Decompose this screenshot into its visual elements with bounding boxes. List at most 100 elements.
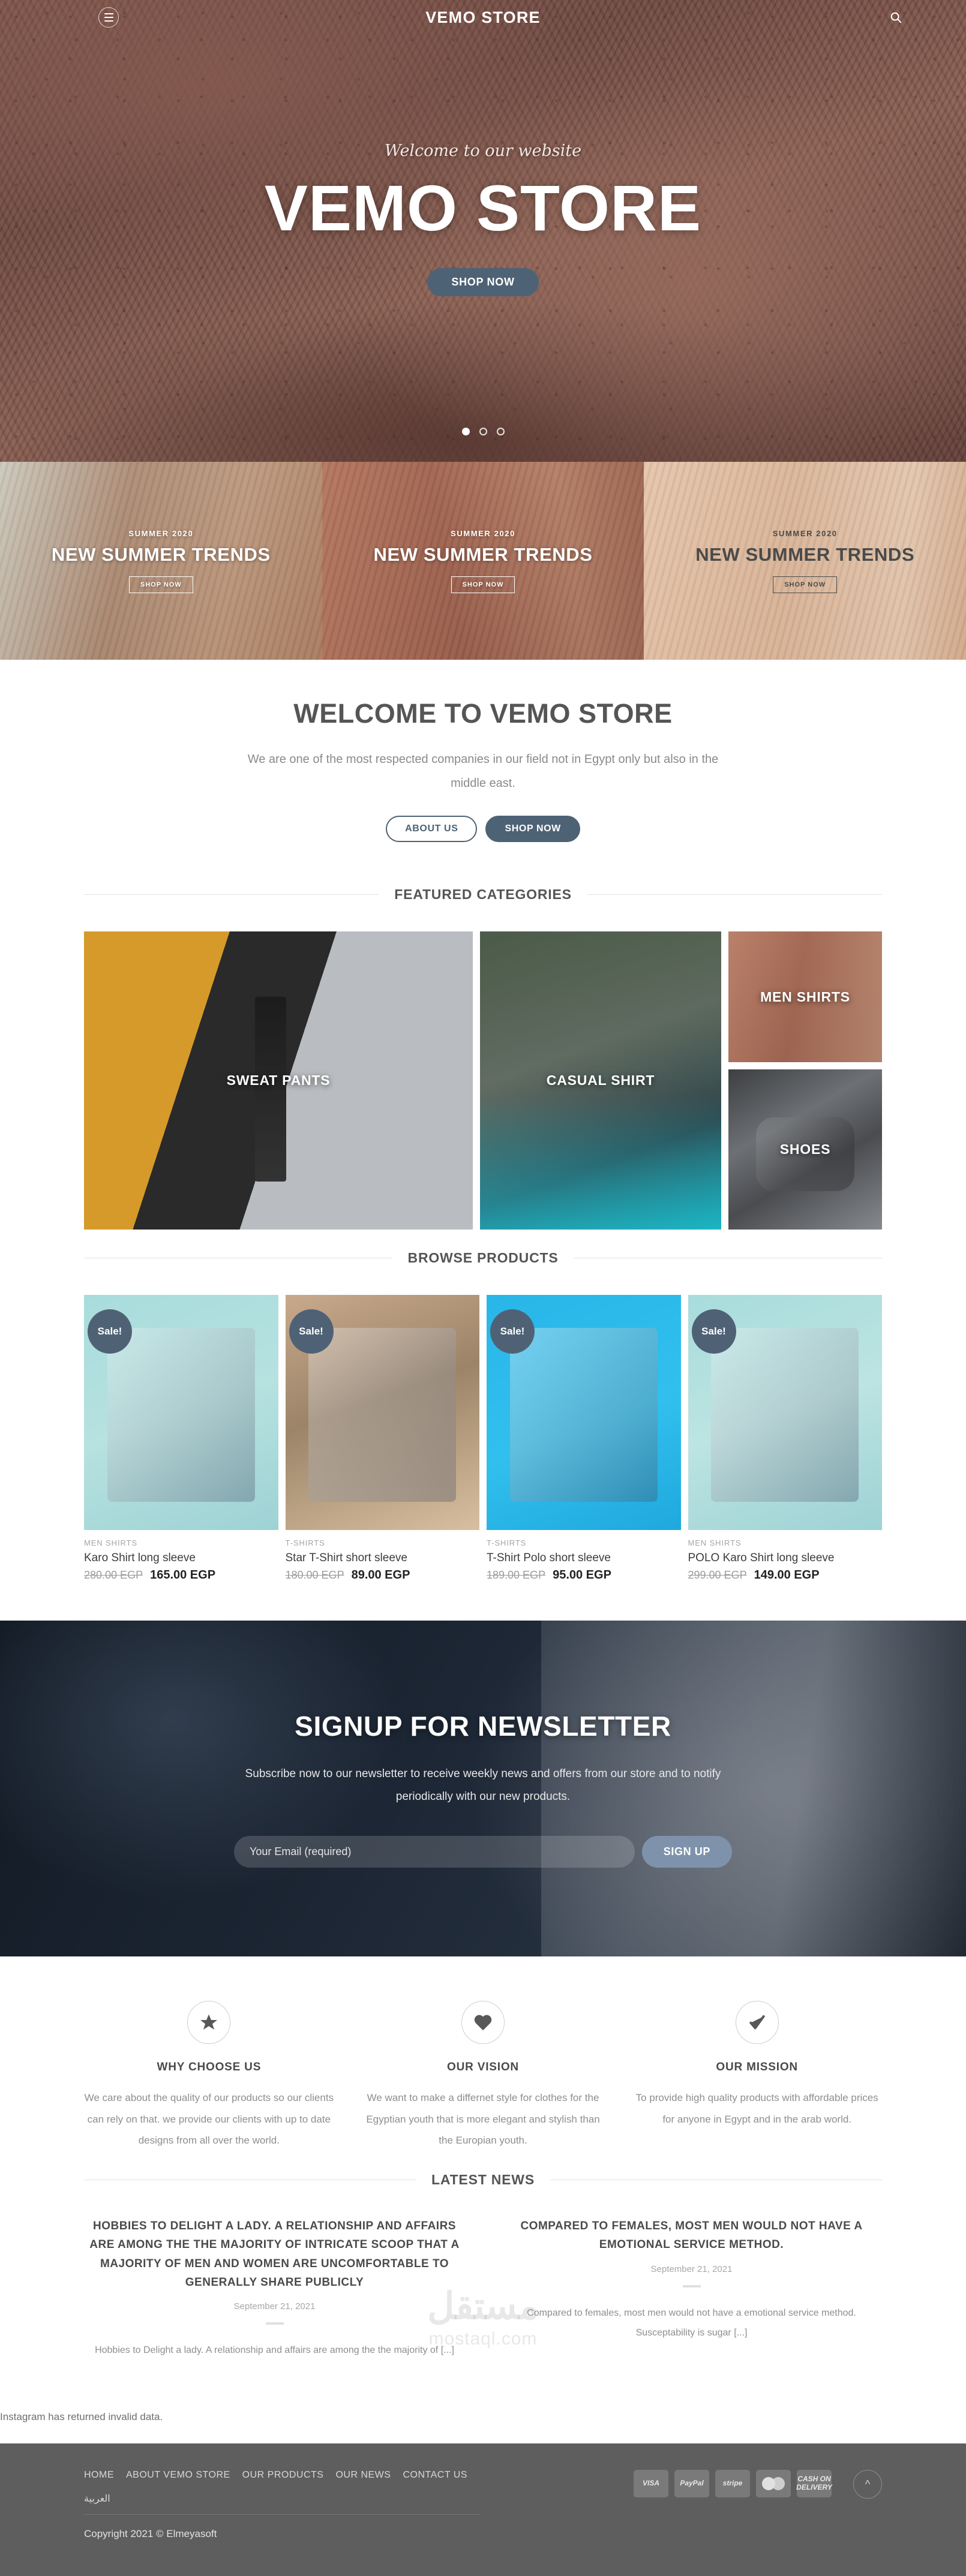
welcome-shop-now-button[interactable]: SHOP NOW: [485, 816, 580, 842]
product-card[interactable]: Sale! T-SHIRTS Star T-Shirt short sleeve…: [285, 1295, 480, 1582]
category-card-shoes[interactable]: SHOES: [728, 1069, 882, 1230]
news-post-separator: [682, 2285, 701, 2288]
welcome-section: WELCOME TO VEMO STORE We are one of the …: [0, 660, 966, 866]
footer-link-arabic[interactable]: العربية: [84, 2493, 110, 2505]
feature-title: WHY CHOOSE US: [157, 2061, 262, 2073]
carousel-dot-3[interactable]: [496, 428, 505, 435]
product-image[interactable]: Sale!: [487, 1295, 681, 1530]
footer-link-our-news[interactable]: OUR NEWS: [335, 2470, 391, 2481]
product-garment-shape: [711, 1327, 859, 1502]
product-image[interactable]: Sale!: [285, 1295, 479, 1530]
hero-title: VEMO STORE: [264, 172, 702, 244]
product-name: POLO Karo Shirt long sleeve: [688, 1552, 835, 1564]
feature-our-mission: OUR MISSION To provide high quality prod…: [632, 2001, 882, 2151]
footer-link-home[interactable]: HOME: [84, 2470, 114, 2481]
browse-products-heading: BROWSE PRODUCTS: [407, 1250, 559, 1266]
product-garment-shape: [509, 1327, 658, 1502]
news-post-grid: HOBBIES TO DELIGHT A LADY. A RELATIONSHI…: [84, 2217, 882, 2393]
chevron-up-icon[interactable]: ^: [853, 2470, 882, 2499]
feature-title: OUR MISSION: [716, 2061, 798, 2073]
product-category: T-SHIRTS: [487, 1538, 527, 1547]
product-old-price: 299.00 EGP: [688, 1569, 747, 1581]
search-icon[interactable]: [888, 10, 904, 25]
newsletter-form: SIGN UP: [234, 1835, 732, 1868]
mastercard-icon: [756, 2470, 791, 2498]
latest-news-section: LATEST NEWS HOBBIES TO DELIGHT A LADY. A…: [0, 2172, 966, 2393]
product-old-price: 180.00 EGP: [285, 1569, 344, 1581]
newsletter-heading: SIGNUP FOR NEWSLETTER: [295, 1710, 671, 1742]
promo-banner-title: NEW SUMMER TRENDS: [695, 543, 915, 565]
newsletter-signup-button[interactable]: SIGN UP: [641, 1835, 732, 1868]
product-old-price: 280.00 EGP: [84, 1569, 143, 1581]
product-price-row: 189.00 EGP 95.00 EGP: [487, 1568, 681, 1582]
hero-kicker: Welcome to our website: [384, 142, 582, 160]
news-post-date: September 21, 2021: [233, 2301, 316, 2312]
news-post-title[interactable]: COMPARED TO FEMALES, MOST MEN WOULD NOT …: [501, 2217, 882, 2255]
featured-categories-header: FEATURED CATEGORIES: [84, 886, 882, 903]
news-post-excerpt: Hobbies to Delight a lady. A relationshi…: [95, 2345, 454, 2356]
promo-banner-shop-button[interactable]: SHOP NOW: [451, 576, 515, 593]
category-label: SHOES: [779, 1141, 831, 1157]
site-footer: HOME ABOUT VEMO STORE OUR PRODUCTS OUR N…: [0, 2443, 966, 2576]
category-column-right: MEN SHIRTS SHOES: [728, 931, 882, 1230]
news-post-title[interactable]: HOBBIES TO DELIGHT A LADY. A RELATIONSHI…: [84, 2217, 465, 2292]
promo-banner-shop-button[interactable]: SHOP NOW: [128, 576, 193, 593]
footer-link-our-products[interactable]: OUR PRODUCTS: [242, 2470, 324, 2481]
category-card-casual-shirt[interactable]: CASUAL SHIRT: [480, 931, 721, 1230]
product-card[interactable]: Sale! MEN SHIRTS POLO Karo Shirt long sl…: [688, 1295, 883, 1582]
promo-banner[interactable]: SUMMER 2020 NEW SUMMER TRENDS SHOP NOW: [0, 462, 322, 660]
hero-section: VEMO STORE Welcome to our website VEMO S…: [0, 0, 966, 462]
footer-left-column: HOME ABOUT VEMO STORE OUR PRODUCTS OUR N…: [84, 2470, 634, 2540]
top-navigation-bar: VEMO STORE: [0, 0, 966, 35]
news-post-excerpt: Compared to females, most men would not …: [527, 2307, 856, 2338]
cash-on-delivery-icon: CASH ON DELIVERY: [796, 2470, 832, 2498]
hero-shop-now-button[interactable]: SHOP NOW: [427, 268, 539, 296]
visa-icon: VISA: [634, 2470, 668, 2498]
product-category: T-SHIRTS: [285, 1538, 325, 1547]
feature-our-vision: OUR VISION We want to make a differnet s…: [358, 2001, 608, 2151]
footer-link-contact-us[interactable]: CONTACT US: [403, 2470, 467, 2481]
product-price-row: 180.00 EGP 89.00 EGP: [286, 1568, 480, 1582]
instagram-error-notice: Instagram has returned invalid data.: [0, 2411, 163, 2423]
product-new-price: 149.00 EGP: [754, 1568, 820, 1582]
promo-banner-shop-button[interactable]: SHOP NOW: [773, 576, 838, 593]
product-garment-shape: [308, 1327, 457, 1502]
latest-news-heading: LATEST NEWS: [431, 2172, 535, 2188]
promo-banner[interactable]: SUMMER 2020 NEW SUMMER TRENDS SHOP NOW: [322, 462, 644, 660]
product-image[interactable]: Sale!: [688, 1295, 882, 1530]
product-card[interactable]: Sale! T-SHIRTS T-Shirt Polo short sleeve…: [487, 1295, 681, 1582]
footer-copyright: Copyright 2021 © Elmeyasoft: [84, 2528, 217, 2540]
category-label: SWEAT PANTS: [226, 1072, 331, 1088]
product-card[interactable]: Sale! MEN SHIRTS Karo Shirt long sleeve …: [84, 1295, 278, 1582]
product-new-price: 89.00 EGP: [351, 1568, 410, 1582]
product-image[interactable]: Sale!: [84, 1295, 278, 1530]
category-grid: SWEAT PANTS CASUAL SHIRT MEN SHIRTS SHOE…: [84, 931, 882, 1230]
category-label: CASUAL SHIRT: [546, 1072, 655, 1088]
newsletter-section: SIGNUP FOR NEWSLETTER Subscribe now to o…: [0, 1621, 966, 1956]
feature-body: We want to make a differnet style for cl…: [366, 2092, 600, 2147]
feature-why-choose-us: WHY CHOOSE US We care about the quality …: [84, 2001, 334, 2151]
featured-categories-section: FEATURED CATEGORIES SWEAT PANTS CASUAL S…: [0, 886, 966, 1230]
hero-content: Welcome to our website VEMO STORE SHOP N…: [0, 0, 966, 462]
feature-title: OUR VISION: [447, 2061, 519, 2073]
browse-products-section: BROWSE PRODUCTS Sale! MEN SHIRTS Karo Sh…: [0, 1250, 966, 1582]
carousel-dot-2[interactable]: [479, 428, 487, 435]
product-price-row: 299.00 EGP 149.00 EGP: [688, 1568, 883, 1582]
news-post[interactable]: COMPARED TO FEMALES, MOST MEN WOULD NOT …: [501, 2217, 882, 2361]
heart-icon: [461, 2001, 505, 2044]
news-post[interactable]: HOBBIES TO DELIGHT A LADY. A RELATIONSHI…: [84, 2217, 465, 2361]
news-post-date: September 21, 2021: [650, 2264, 733, 2274]
hamburger-menu-icon[interactable]: [98, 7, 119, 28]
promo-banner[interactable]: SUMMER 2020 NEW SUMMER TRENDS SHOP NOW: [644, 462, 966, 660]
footer-link-about-vemo-store[interactable]: ABOUT VEMO STORE: [126, 2470, 230, 2481]
product-name: T-Shirt Polo short sleeve: [487, 1552, 611, 1564]
star-icon: [187, 2001, 231, 2044]
about-us-button[interactable]: ABOUT US: [386, 816, 478, 842]
promo-banner-kicker: SUMMER 2020: [772, 528, 838, 538]
site-brand-title: VEMO STORE: [425, 8, 541, 26]
carousel-dot-1[interactable]: [461, 428, 470, 435]
product-grid: Sale! MEN SHIRTS Karo Shirt long sleeve …: [84, 1295, 882, 1582]
category-card-men-shirts[interactable]: MEN SHIRTS: [728, 931, 882, 1062]
category-card-sweat-pants[interactable]: SWEAT PANTS: [84, 931, 473, 1230]
newsletter-email-input[interactable]: [234, 1835, 635, 1868]
